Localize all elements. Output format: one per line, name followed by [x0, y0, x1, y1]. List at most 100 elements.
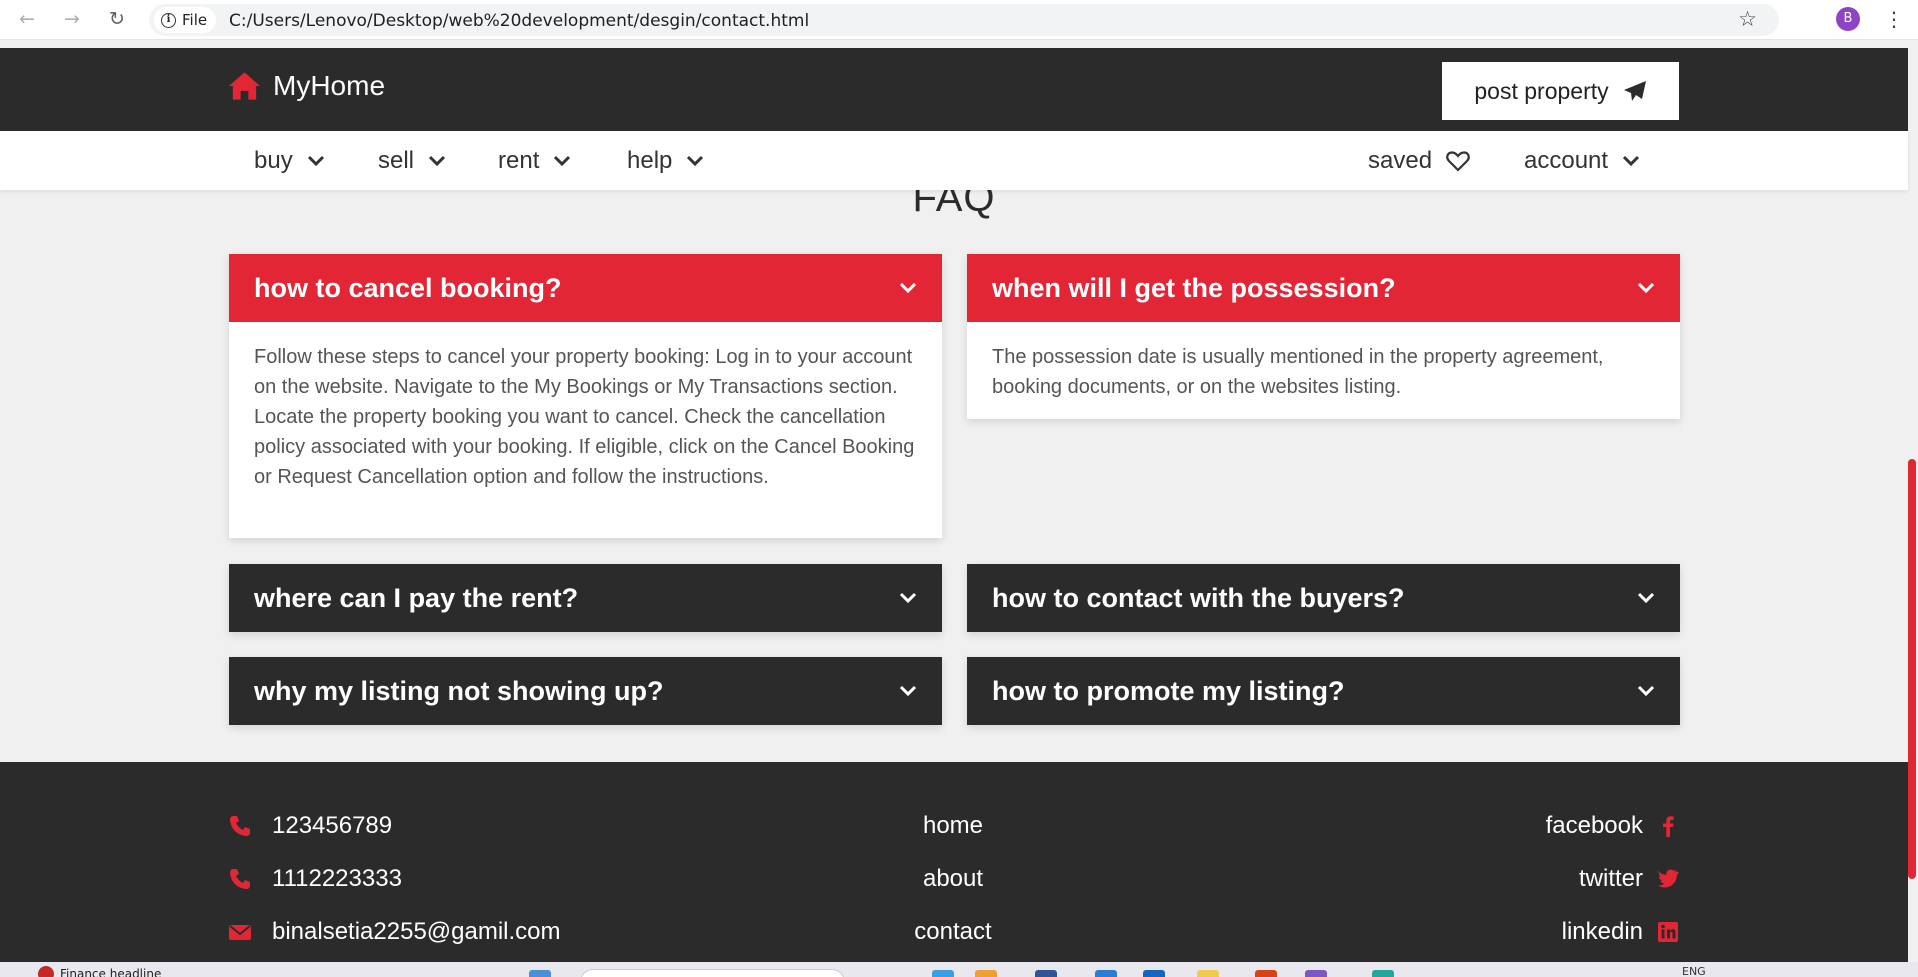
twitter-icon — [1657, 869, 1679, 888]
social-label: twitter — [1578, 865, 1643, 892]
linkedin-icon — [1658, 922, 1678, 942]
nav-item-sell[interactable]: sell — [378, 147, 446, 175]
file-explorer-icon[interactable] — [1197, 970, 1219, 977]
faq-answer: Follow these steps to cancel your proper… — [254, 346, 915, 488]
phone-icon — [230, 816, 250, 836]
post-property-label: post property — [1474, 77, 1609, 104]
home-icon — [228, 72, 261, 100]
phone-icon — [230, 869, 250, 889]
chevron-down-icon — [1637, 685, 1655, 697]
brand-name: MyHome — [273, 70, 386, 101]
faq-question[interactable]: where can I pay the rent? — [229, 564, 942, 632]
edge-browser-icon[interactable] — [932, 970, 954, 977]
taskbar-search[interactable] — [580, 969, 845, 977]
start-icon[interactable] — [529, 970, 551, 977]
nav-item-label: saved — [1368, 147, 1433, 174]
envelope-icon — [229, 925, 251, 940]
site-footer: 123456789 1112223333 binalsetia2255@gami… — [0, 762, 1908, 962]
heart-icon — [1446, 151, 1470, 172]
nav-item-help[interactable]: help — [627, 147, 704, 175]
footer-social-linkedin[interactable]: linkedin — [1562, 918, 1679, 946]
phone-number: 1112223333 — [272, 865, 402, 892]
bookmark-star-icon[interactable]: ☆ — [1738, 7, 1757, 31]
app-icon[interactable] — [1143, 970, 1165, 977]
browser-toolbar: ← → ↻ i File C:/Users/Lenovo/Desktop/web… — [0, 0, 1918, 40]
chevron-down-icon — [1623, 155, 1640, 167]
chevron-down-icon — [554, 155, 571, 167]
chevron-down-icon — [899, 592, 917, 604]
os-taskbar: Finance headline ENG — [0, 962, 1918, 977]
faq-question-text: where can I pay the rent? — [254, 582, 579, 613]
page-scrollbar[interactable] — [1908, 48, 1918, 962]
nav-item-buy[interactable]: buy — [254, 147, 325, 175]
news-widget-label: Finance headline — [60, 967, 162, 977]
chevron-down-icon — [899, 282, 917, 294]
chevron-down-icon — [1637, 592, 1655, 604]
footer-social-twitter[interactable]: twitter — [1579, 865, 1679, 893]
footer-link-about[interactable]: about — [853, 865, 1053, 893]
profile-avatar[interactable]: B — [1836, 7, 1860, 31]
chevron-down-icon — [899, 685, 917, 697]
faq-question-text: how to cancel booking? — [254, 272, 562, 303]
secondary-nav: buy sell rent help saved account — [0, 131, 1908, 190]
footer-phone-1[interactable]: 123456789 — [228, 812, 392, 840]
url-text[interactable]: C:/Users/Lenovo/Desktop/web%20developmen… — [229, 11, 809, 31]
nav-item-rent[interactable]: rent — [498, 147, 571, 175]
paper-plane-icon — [1623, 81, 1646, 101]
brand-logo[interactable]: MyHome — [228, 70, 385, 102]
faq-item[interactable]: why my listing not showing up? — [229, 657, 942, 725]
footer-link-contact[interactable]: contact — [853, 918, 1053, 946]
nav-item-label: account — [1524, 147, 1609, 174]
faq-question-text: how to contact with the buyers? — [992, 582, 1405, 613]
news-widget[interactable]: Finance headline — [38, 966, 161, 977]
faq-question[interactable]: how to contact with the buyers? — [967, 564, 1680, 632]
forward-arrow-icon[interactable]: → — [61, 8, 83, 30]
address-bar[interactable]: i File C:/Users/Lenovo/Desktop/web%20dev… — [149, 4, 1779, 36]
chrome-browser-icon[interactable] — [975, 970, 997, 977]
scrollbar-thumb[interactable] — [1908, 459, 1916, 879]
back-arrow-icon[interactable]: ← — [16, 8, 38, 30]
faq-item[interactable]: how to contact with the buyers? — [967, 564, 1680, 632]
footer-link-home[interactable]: home — [853, 812, 1053, 840]
footer-phone-2[interactable]: 1112223333 — [228, 865, 402, 893]
info-icon: i — [161, 12, 176, 28]
faq-question[interactable]: why my listing not showing up? — [229, 657, 942, 725]
social-label: facebook — [1545, 812, 1643, 839]
facebook-icon — [1663, 816, 1674, 837]
nav-item-saved[interactable]: saved — [1368, 147, 1470, 175]
chevron-down-icon — [687, 155, 704, 167]
site-info-chip[interactable]: i File — [154, 7, 217, 33]
faq-item[interactable]: where can I pay the rent? — [229, 564, 942, 632]
faq-question-text: why my listing not showing up? — [254, 675, 664, 706]
site-chip-label: File — [182, 11, 208, 29]
post-property-button[interactable]: post property — [1442, 62, 1679, 120]
app-icon[interactable] — [1255, 970, 1277, 977]
faq-question[interactable]: when will I get the possession? — [967, 254, 1680, 322]
nav-item-label: buy — [254, 147, 293, 174]
nav-item-label: help — [627, 147, 673, 174]
app-icon[interactable] — [1305, 970, 1327, 977]
nav-item-label: sell — [378, 147, 415, 174]
app-icon[interactable] — [1035, 970, 1057, 977]
language-indicator[interactable]: ENG — [1682, 965, 1706, 977]
social-label: linkedin — [1561, 918, 1643, 945]
faq-answer: The possession date is usually mentioned… — [992, 346, 1604, 398]
faq-item[interactable]: how to promote my listing? — [967, 657, 1680, 725]
site-header: MyHome post property — [0, 48, 1908, 131]
faq-question[interactable]: how to promote my listing? — [967, 657, 1680, 725]
app-icon[interactable] — [1372, 970, 1394, 977]
faq-item: when will I get the possession? The poss… — [967, 254, 1680, 419]
app-icon[interactable] — [1095, 970, 1117, 977]
chevron-down-icon — [1637, 282, 1655, 294]
browser-menu-icon[interactable]: ⋮ — [1884, 6, 1904, 32]
email-address: binalsetia2255@gamil.com — [272, 918, 561, 945]
nav-item-account[interactable]: account — [1524, 147, 1640, 175]
reload-icon[interactable]: ↻ — [106, 8, 128, 30]
footer-social-facebook[interactable]: facebook — [1546, 812, 1679, 840]
news-widget-icon — [38, 966, 54, 977]
faq-question[interactable]: how to cancel booking? — [229, 254, 942, 322]
chevron-down-icon — [307, 155, 324, 167]
faq-item: how to cancel booking? Follow these step… — [229, 254, 942, 538]
faq-question-text: how to promote my listing? — [992, 675, 1345, 706]
footer-email[interactable]: binalsetia2255@gamil.com — [228, 918, 561, 946]
